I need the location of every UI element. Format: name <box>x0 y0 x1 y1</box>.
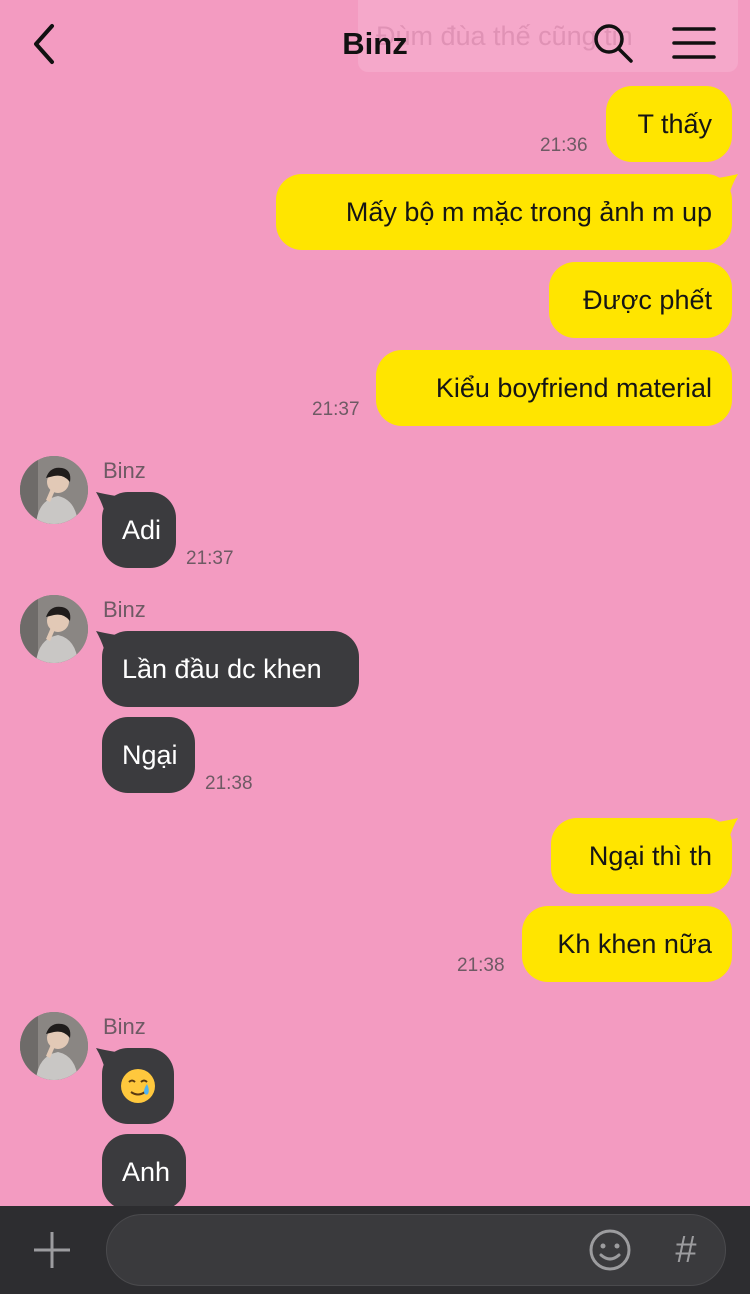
chevron-left-icon <box>34 24 54 64</box>
message-time: 21:37 <box>312 399 360 420</box>
my-message-bubble[interactable]: Ngại thì th <box>551 818 732 894</box>
sender-name: Binz <box>103 1014 146 1039</box>
smiley-icon <box>589 1229 631 1271</box>
avatar-photo <box>20 1012 88 1080</box>
back-button[interactable] <box>22 20 66 68</box>
message-text: Anh <box>122 1157 171 1187</box>
my-message-bubble[interactable]: Mấy bộ m mặc trong ảnh m up <box>276 174 732 250</box>
message-text: Adi <box>122 515 162 545</box>
avatar-photo <box>20 595 88 663</box>
avatar[interactable] <box>20 456 88 524</box>
my-message-bubble[interactable]: Kh khen nữa <box>522 906 732 982</box>
sender-name: Binz <box>103 597 146 622</box>
my-message-bubble[interactable]: Kiểu boyfriend material <box>376 350 732 426</box>
bubble-tail <box>718 174 738 198</box>
menu-button[interactable] <box>672 24 716 64</box>
their-message-bubble[interactable]: Adi <box>102 492 176 568</box>
emoji-button[interactable] <box>588 1228 632 1272</box>
message-time: 21:37 <box>186 548 234 569</box>
message-text: Kiểu boyfriend material <box>435 373 712 403</box>
crying-smile-emoji-icon <box>121 1069 155 1103</box>
their-message-bubble[interactable]: Lần đầu dc khen <box>102 631 359 707</box>
message-time: 21:38 <box>457 955 505 976</box>
plus-icon <box>34 1232 70 1268</box>
hashtag-button[interactable]: # <box>666 1228 706 1272</box>
attach-button[interactable] <box>32 1230 72 1270</box>
message-text: Kh khen nữa <box>557 929 712 959</box>
sender-name: Binz <box>103 458 146 483</box>
message-text: Mấy bộ m mặc trong ảnh m up <box>345 197 712 227</box>
my-message-bubble[interactable]: T thấy <box>606 86 732 162</box>
their-message-bubble[interactable]: Ngại <box>102 717 195 793</box>
their-message-bubble[interactable]: Anh <box>102 1134 186 1206</box>
message-text: T thấy <box>637 109 712 139</box>
message-input-bar: # <box>0 1206 750 1294</box>
message-text: Được phết <box>583 285 712 315</box>
chat-header: Đùm đùa thế cũng tin Binz <box>0 0 750 88</box>
message-text: Ngại thì th <box>588 841 712 871</box>
hamburger-menu-icon <box>672 27 716 59</box>
message-input[interactable] <box>106 1214 726 1286</box>
avatar-photo <box>20 456 88 524</box>
message-text: Lần đầu dc khen <box>122 654 322 684</box>
message-time: 21:36 <box>540 135 588 156</box>
chat-area[interactable]: 21:36 T thấy Mấy bộ m mặc trong ảnh m up… <box>0 0 750 1206</box>
message-time: 21:38 <box>205 773 253 794</box>
search-icon <box>594 24 633 63</box>
search-button[interactable] <box>592 22 634 64</box>
their-message-bubble[interactable] <box>102 1048 174 1124</box>
avatar[interactable] <box>20 1012 88 1080</box>
message-text: Ngại <box>122 740 178 770</box>
my-message-bubble[interactable]: Được phết <box>549 262 732 338</box>
avatar[interactable] <box>20 595 88 663</box>
bubble-tail <box>718 818 738 842</box>
chat-title: Binz <box>342 26 408 61</box>
